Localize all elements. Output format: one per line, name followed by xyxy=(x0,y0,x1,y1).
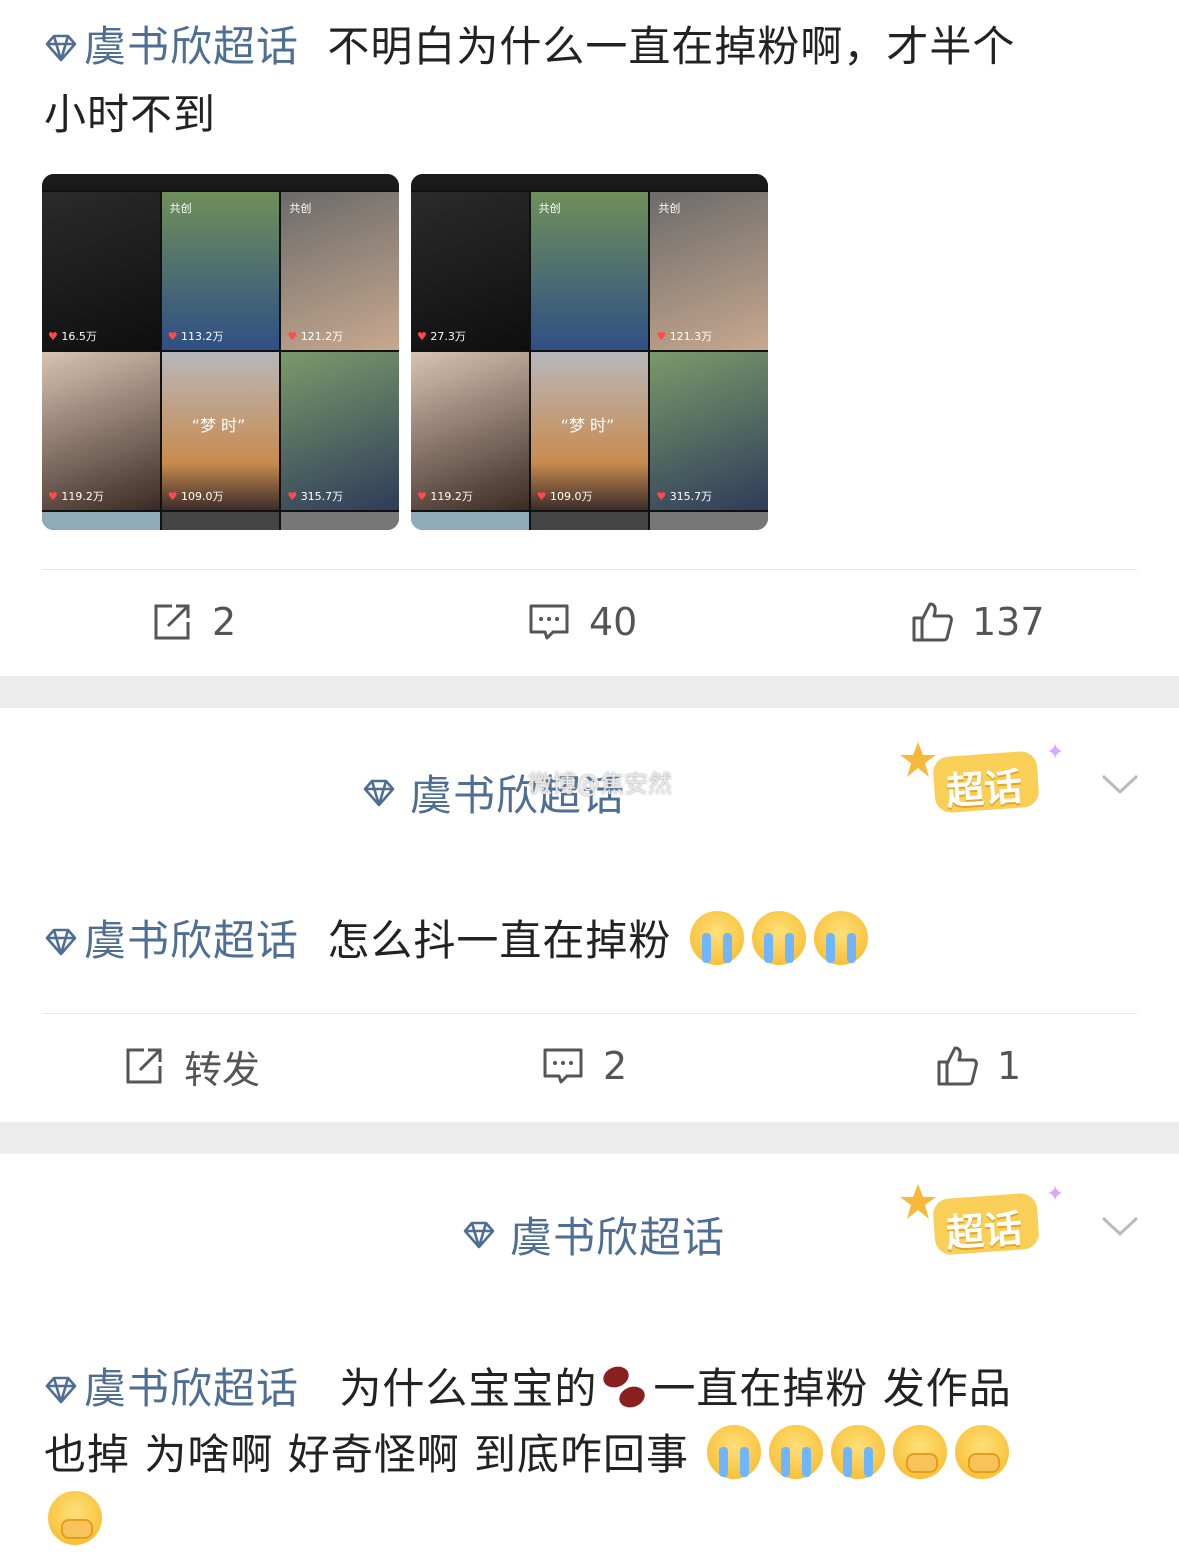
post-text: 虞书欣超话 怎么抖一直在掉粉 xyxy=(44,908,1139,974)
covering-mouth-emoji xyxy=(48,1491,102,1545)
image-top-bar xyxy=(42,174,399,190)
crying-emoji xyxy=(831,1425,886,1479)
covering-mouth-emoji xyxy=(955,1425,1010,1479)
post-text-line2: 也掉 为啥啊 好奇怪啊 到底咋回事 xyxy=(44,1422,1139,1488)
image-top-bar xyxy=(411,174,768,190)
like-icon xyxy=(912,602,953,642)
comment-button[interactable]: 40 xyxy=(527,592,637,652)
crying-emoji xyxy=(707,1425,762,1479)
post-text-line2: 小时不到 xyxy=(44,90,217,139)
crying-emoji xyxy=(689,911,744,965)
post-card-1: 虞书欣超话 不明白为什么一直在掉粉啊，才半个 小时不到 16.5万 共创113.… xyxy=(0,0,1179,676)
supertopic-header[interactable]: 虞书欣超话 xyxy=(462,1204,725,1265)
repost-button[interactable]: 转发 xyxy=(122,1036,260,1096)
divider xyxy=(42,569,1137,570)
divider xyxy=(42,1013,1137,1014)
grid-cell: 共创113.2万 xyxy=(161,192,280,350)
like-button[interactable]: 137 xyxy=(910,592,1045,652)
watermark: 微博@焦安然 xyxy=(528,770,672,798)
star-icon xyxy=(900,742,936,777)
grid-cell: 119.2万 xyxy=(42,352,160,510)
covering-mouth-emoji xyxy=(893,1425,948,1479)
bean-emoji xyxy=(599,1361,651,1413)
topic-diamond-icon xyxy=(363,779,395,806)
grid-cell: “梦 时”109.0万 xyxy=(161,352,280,510)
crying-emoji xyxy=(769,1425,824,1479)
sparkle-icon: ✦ xyxy=(1046,1182,1065,1207)
topic-diamond-icon xyxy=(45,928,77,956)
topic-link[interactable]: 虞书欣超话 xyxy=(44,22,313,71)
repost-icon xyxy=(154,604,190,640)
topic-link[interactable]: 虞书欣超话 xyxy=(44,1364,313,1413)
post-card-3: 虞书欣超话 超话 ✦ 虞书欣超话 为什么宝宝的 一直在掉粉 发作品 也掉 为啥啊 … xyxy=(0,1154,1179,1548)
crying-emoji xyxy=(813,911,868,965)
grid-cell: 315.7万 xyxy=(281,352,399,510)
post-image-1[interactable]: 16.5万 共创113.2万 共创121.2万 119.2万 “梦 时”109.… xyxy=(42,174,399,530)
repost-icon xyxy=(126,1048,162,1084)
post-text-line3 xyxy=(44,1488,1139,1554)
topic-diamond-icon xyxy=(45,1376,77,1404)
section-gap xyxy=(0,676,1179,708)
repost-button[interactable]: 2 xyxy=(150,592,236,652)
comment-icon xyxy=(543,1048,583,1084)
post-card-2: 虞书欣超话 超话 ✦ 微博@焦安然 虞书欣超话 怎么抖一直在掉粉 转发 2 1 xyxy=(0,708,1179,1122)
comment-button[interactable]: 2 xyxy=(541,1036,627,1096)
topic-diamond-icon xyxy=(463,1221,495,1248)
grid-cell: 共创 xyxy=(530,192,649,350)
supertopic-badge: 超话 ✦ xyxy=(898,740,1078,830)
grid-cell: 27.3万 xyxy=(411,192,529,350)
grid-cell: 共创121.3万 xyxy=(650,192,768,350)
post-text: 虞书欣超话 为什么宝宝的 一直在掉粉 发作品 xyxy=(44,1356,1139,1422)
post-text: 虞书欣超话 不明白为什么一直在掉粉啊，才半个 xyxy=(44,14,1139,80)
like-icon xyxy=(937,1046,978,1086)
like-button[interactable]: 1 xyxy=(935,1036,1021,1096)
topic-diamond-icon xyxy=(45,34,77,62)
grid-cell: 16.5万 xyxy=(42,192,160,350)
section-gap xyxy=(0,1122,1179,1154)
chevron-down-icon[interactable] xyxy=(1100,772,1140,796)
star-icon xyxy=(900,1184,936,1219)
sparkle-icon: ✦ xyxy=(1046,740,1065,765)
grid-cell: “梦 时”109.0万 xyxy=(530,352,649,510)
chevron-down-icon[interactable] xyxy=(1100,1214,1140,1238)
supertopic-badge: 超话 ✦ xyxy=(898,1182,1078,1272)
grid-cell: 119.2万 xyxy=(411,352,529,510)
grid-cell: 315.7万 xyxy=(650,352,768,510)
post-image-2[interactable]: 27.3万 共创 共创121.3万 119.2万 “梦 时”109.0万 315… xyxy=(411,174,768,530)
crying-emoji xyxy=(751,911,806,965)
grid-cell: 共创121.2万 xyxy=(281,192,399,350)
comment-icon xyxy=(529,604,569,640)
topic-link[interactable]: 虞书欣超话 xyxy=(44,916,313,965)
